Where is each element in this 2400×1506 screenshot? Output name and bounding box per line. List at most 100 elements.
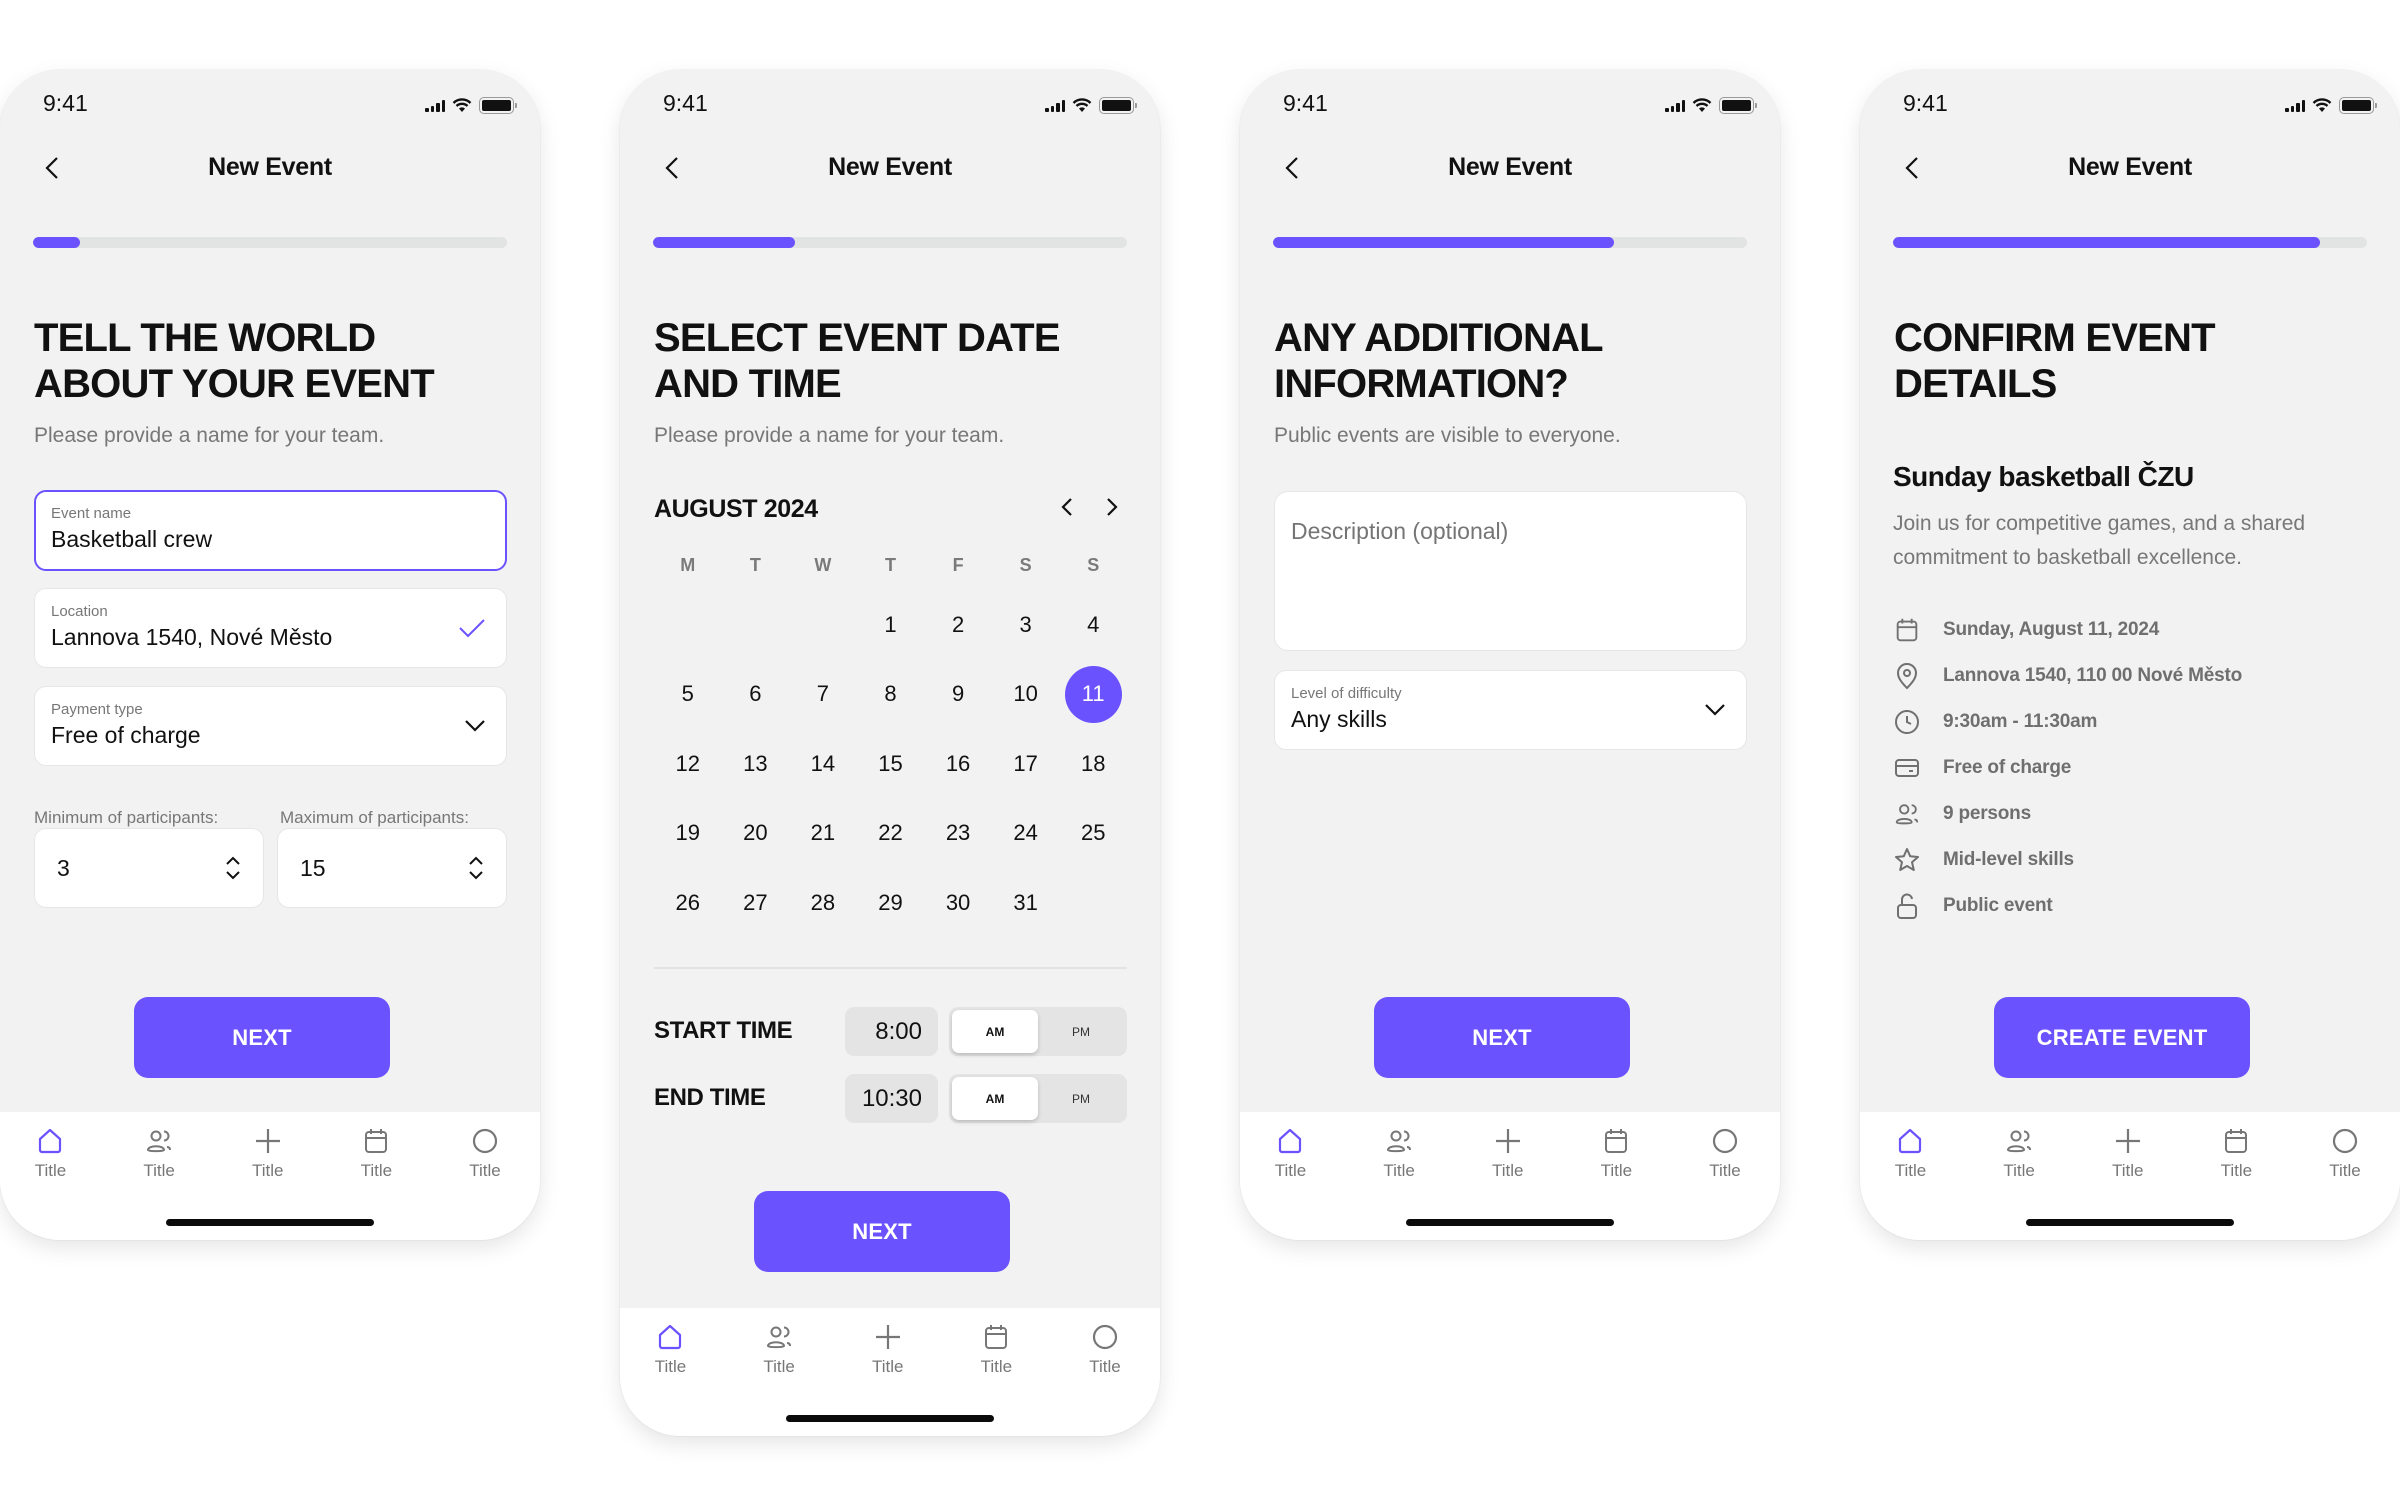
calendar-day[interactable]: 20 bbox=[722, 799, 790, 869]
payment-type-select[interactable]: Payment type Free of charge bbox=[34, 686, 507, 766]
calendar-day[interactable]: 6 bbox=[722, 660, 790, 730]
tab-item-2[interactable]: Title bbox=[1979, 1126, 2059, 1181]
calendar-day[interactable]: 9 bbox=[924, 660, 992, 730]
location-value[interactable]: Lannova 1540, Nové Město bbox=[51, 622, 490, 652]
start-time-input[interactable]: 8:00 bbox=[845, 1007, 938, 1056]
event-detail-text: Sunday, August 11, 2024 bbox=[1943, 619, 2160, 640]
calendar-day[interactable]: 15 bbox=[857, 729, 925, 799]
calendar-day[interactable]: 26 bbox=[654, 868, 722, 938]
signal-icon bbox=[2285, 99, 2305, 112]
calendar-day[interactable]: 18 bbox=[1059, 729, 1127, 799]
calendar-day[interactable]: 27 bbox=[722, 868, 790, 938]
max-participants-stepper[interactable]: 15 bbox=[277, 828, 507, 908]
calendar-prev-button[interactable] bbox=[1052, 490, 1082, 524]
tab-item-2[interactable]: Title bbox=[119, 1126, 199, 1181]
calendar-week-row: 12 13 14 15 16 17 18 bbox=[654, 729, 1127, 799]
calendar-day[interactable]: 3 bbox=[992, 590, 1060, 660]
calendar-day-selected[interactable]: 11 bbox=[1059, 660, 1127, 730]
end-time-row: END TIME 10:30 AM PM bbox=[654, 1074, 1127, 1123]
weekday-label: T bbox=[749, 555, 761, 575]
calendar-day[interactable]: 19 bbox=[654, 799, 722, 869]
calendar-day[interactable]: 31 bbox=[992, 868, 1060, 938]
tab-label: Title bbox=[34, 1161, 67, 1180]
tab-item-1[interactable]: Title bbox=[1870, 1126, 1950, 1181]
tab-item-4[interactable]: Title bbox=[1576, 1126, 1656, 1181]
description-textarea[interactable] bbox=[1274, 491, 1747, 651]
calendar-day[interactable]: 13 bbox=[722, 729, 790, 799]
calendar-day[interactable]: 5 bbox=[654, 660, 722, 730]
tab-item-2[interactable]: Title bbox=[1359, 1126, 1439, 1181]
next-button[interactable]: NEXT bbox=[134, 997, 390, 1078]
min-participants-stepper[interactable]: 3 bbox=[34, 828, 264, 908]
tab-item-3[interactable]: Title bbox=[848, 1322, 928, 1377]
calendar-day-number: 31 bbox=[1013, 889, 1038, 915]
tab-item-3[interactable]: Title bbox=[1468, 1126, 1548, 1181]
calendar-day[interactable]: 22 bbox=[857, 799, 925, 869]
calendar-day[interactable]: 16 bbox=[924, 729, 992, 799]
calendar-day[interactable]: 21 bbox=[789, 799, 857, 869]
calendar-day-number: 13 bbox=[743, 750, 768, 776]
calendar-empty-cell bbox=[654, 590, 722, 660]
tab-item-5[interactable]: Title bbox=[1685, 1126, 1765, 1181]
weekday-label: F bbox=[952, 555, 964, 575]
event-name-label: Event name bbox=[51, 505, 132, 522]
difficulty-value: Any skills bbox=[1291, 706, 1387, 732]
calendar-day[interactable]: 1 bbox=[857, 590, 925, 660]
tab-item-1[interactable]: Title bbox=[1250, 1126, 1330, 1181]
calendar-day[interactable]: 14 bbox=[789, 729, 857, 799]
calendar-week-row: 26 27 28 29 30 31 bbox=[654, 868, 1127, 938]
calendar-week-row: 1 2 3 4 bbox=[654, 590, 1127, 660]
calendar-day[interactable]: 28 bbox=[789, 868, 857, 938]
next-button[interactable]: NEXT bbox=[1374, 997, 1630, 1078]
calendar-day[interactable]: 23 bbox=[924, 799, 992, 869]
tab-item-3[interactable]: Title bbox=[228, 1126, 308, 1181]
calendar-day[interactable]: 12 bbox=[654, 729, 722, 799]
event-detail-text: 9:30am - 11:30am bbox=[1943, 711, 2098, 732]
up-down-chevron-icon[interactable] bbox=[468, 855, 484, 881]
start-time-pm-option[interactable]: PM bbox=[1038, 1010, 1124, 1053]
calendar-day[interactable]: 4 bbox=[1059, 590, 1127, 660]
end-time-pm-option[interactable]: PM bbox=[1038, 1077, 1124, 1120]
calendar-day-number: 6 bbox=[749, 681, 762, 707]
chevron-right-icon bbox=[1107, 498, 1118, 516]
wifi-icon bbox=[1072, 98, 1092, 112]
calendar-day[interactable]: 17 bbox=[992, 729, 1060, 799]
tab-item-1[interactable]: Title bbox=[630, 1322, 710, 1377]
tab-item-5[interactable]: Title bbox=[1065, 1322, 1145, 1377]
end-time-input[interactable]: 10:30 bbox=[845, 1074, 938, 1123]
next-button[interactable]: NEXT bbox=[754, 1191, 1010, 1272]
start-time-am-option[interactable]: AM bbox=[952, 1010, 1038, 1053]
calendar-day[interactable]: 24 bbox=[992, 799, 1060, 869]
tab-item-4[interactable]: Title bbox=[2196, 1126, 2276, 1181]
tab-item-1[interactable]: Title bbox=[10, 1126, 90, 1181]
tab-item-4[interactable]: Title bbox=[336, 1126, 416, 1181]
tab-label: Title bbox=[980, 1357, 1013, 1376]
tab-item-4[interactable]: Title bbox=[956, 1322, 1036, 1377]
create-event-button[interactable]: CREATE EVENT bbox=[1994, 997, 2250, 1078]
calendar-day[interactable]: 8 bbox=[857, 660, 925, 730]
tab-item-2[interactable]: Title bbox=[739, 1322, 819, 1377]
calendar-day[interactable]: 7 bbox=[789, 660, 857, 730]
event-name-value[interactable]: Basketball crew bbox=[51, 524, 490, 554]
event-name-field[interactable]: Event name Basketball crew bbox=[34, 490, 507, 571]
calendar-day[interactable]: 10 bbox=[992, 660, 1060, 730]
calendar-day[interactable]: 2 bbox=[924, 590, 992, 660]
difficulty-select[interactable]: Level of difficulty Any skills bbox=[1274, 670, 1747, 750]
chevron-down-icon bbox=[465, 720, 485, 732]
tab-item-3[interactable]: Title bbox=[2088, 1126, 2168, 1181]
calendar-day-number: 26 bbox=[675, 889, 701, 915]
status-icons bbox=[2285, 97, 2377, 114]
home-indicator bbox=[786, 1415, 994, 1422]
credit-card-icon bbox=[1893, 754, 1921, 782]
home-indicator bbox=[2026, 1219, 2234, 1226]
calendar-day[interactable]: 25 bbox=[1059, 799, 1127, 869]
calendar-icon bbox=[1893, 616, 1921, 644]
tab-item-5[interactable]: Title bbox=[445, 1126, 525, 1181]
calendar-day[interactable]: 29 bbox=[857, 868, 925, 938]
up-down-chevron-icon[interactable] bbox=[225, 855, 241, 881]
tab-item-5[interactable]: Title bbox=[2305, 1126, 2385, 1181]
end-time-am-option[interactable]: AM bbox=[952, 1077, 1038, 1120]
calendar-day[interactable]: 30 bbox=[924, 868, 992, 938]
calendar-next-button[interactable] bbox=[1097, 490, 1127, 524]
location-field[interactable]: Location Lannova 1540, Nové Město bbox=[34, 588, 507, 668]
